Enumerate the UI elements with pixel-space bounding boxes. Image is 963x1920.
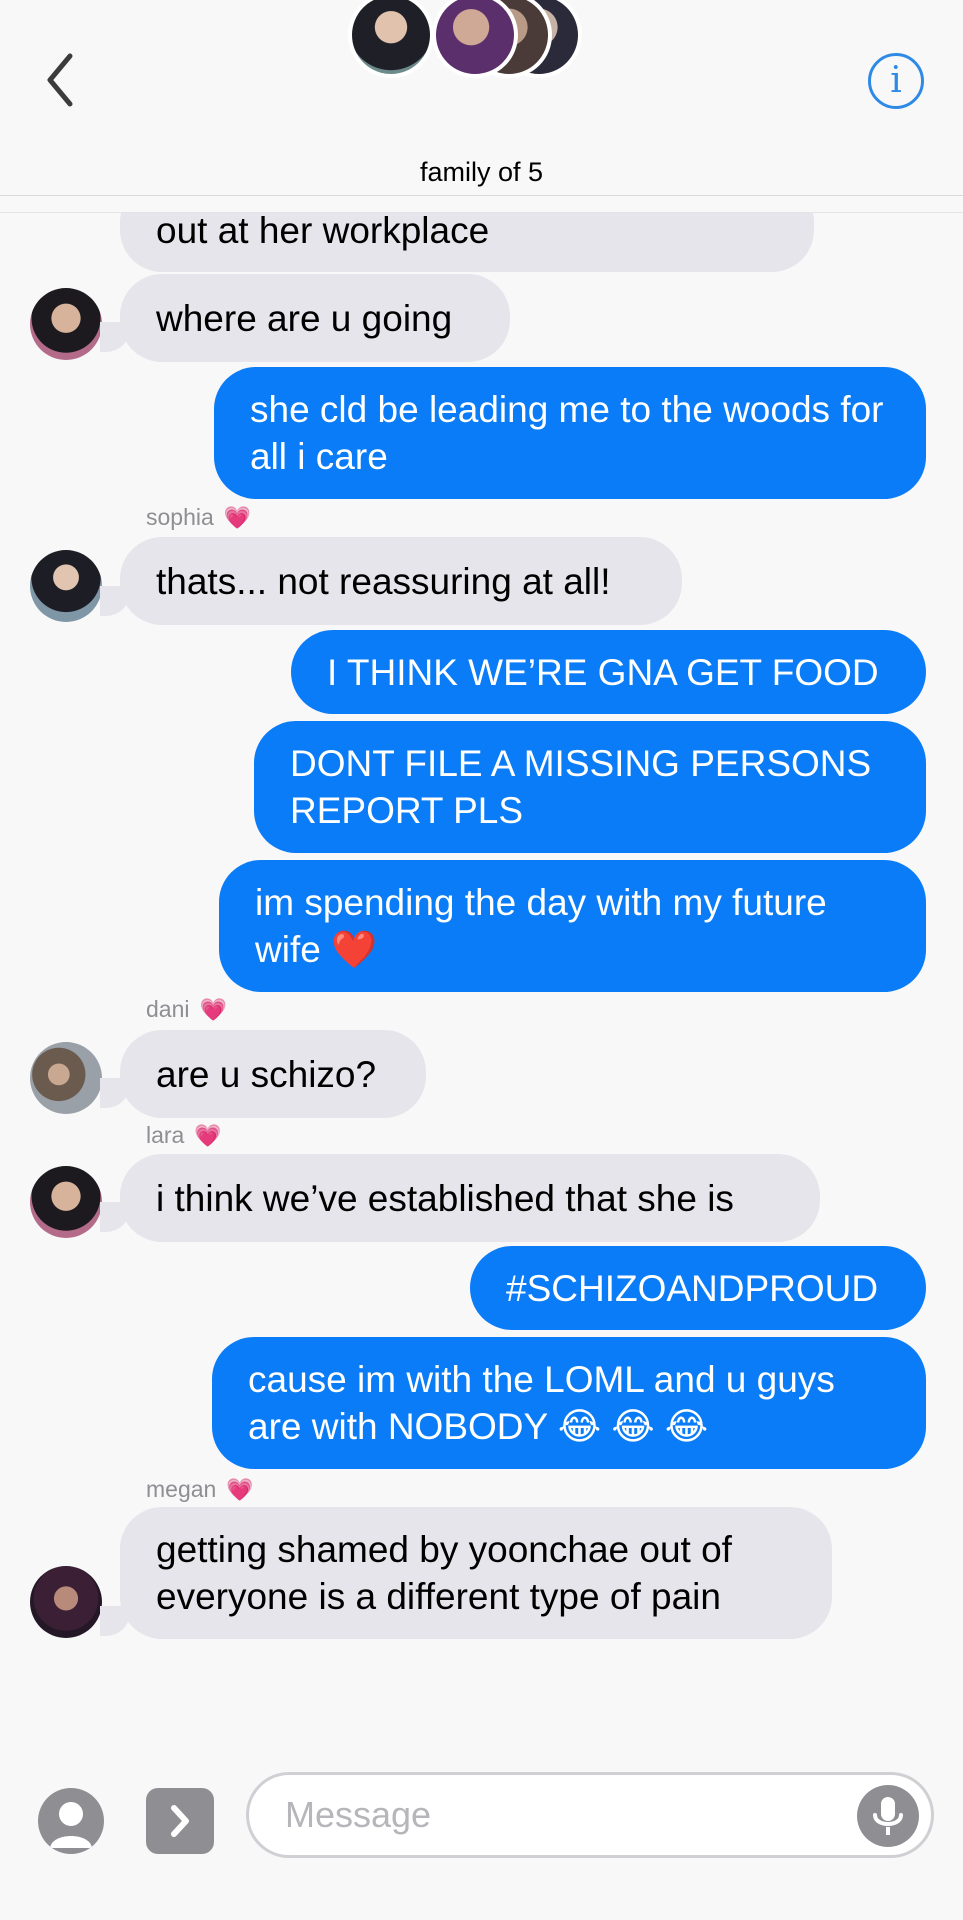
- contact-button[interactable]: [38, 1788, 104, 1854]
- sender-name: lara 💗: [146, 1122, 222, 1149]
- avatar[interactable]: [30, 288, 102, 360]
- message-text: are u schizo?: [156, 1053, 377, 1095]
- message-text: DONT FILE A MISSING PERSONS REPORT PLS: [290, 743, 872, 831]
- message-text: I THINK WE’RE GNA GET FOOD: [327, 651, 879, 693]
- sender-label: lara: [146, 1122, 185, 1148]
- back-button[interactable]: [40, 48, 90, 118]
- message-text: getting shamed by yoonchae out of everyo…: [156, 1529, 732, 1617]
- apps-button[interactable]: [146, 1788, 214, 1854]
- conversation-header: i family of 5: [0, 0, 963, 195]
- microphone-icon: [873, 1797, 903, 1835]
- message-input-bar: Message: [0, 1752, 963, 1920]
- message-text: where are u going: [156, 297, 453, 339]
- message-text: im spending the day with my future wife …: [255, 879, 890, 973]
- message-text: #SCHIZOANDPROUD: [506, 1267, 879, 1309]
- message-bubble-received[interactable]: where are u going: [120, 274, 510, 362]
- microphone-button[interactable]: [857, 1785, 919, 1847]
- message-bubble-sent[interactable]: she cld be leading me to the woods for a…: [214, 367, 926, 499]
- info-icon: i: [890, 60, 902, 101]
- message-text: i think we’ve established that she is: [156, 1177, 734, 1219]
- sender-name: sophia 💗: [146, 504, 251, 531]
- message-text: out at her workplace: [156, 210, 490, 251]
- message-input[interactable]: Message: [246, 1772, 934, 1858]
- avatar[interactable]: [30, 1166, 102, 1238]
- conversation-title[interactable]: family of 5: [0, 157, 963, 188]
- message-bubble-sent[interactable]: im spending the day with my future wife …: [219, 860, 926, 992]
- message-bubble-sent[interactable]: cause im with the LOML and u guys are wi…: [212, 1337, 926, 1469]
- avatar[interactable]: [30, 1042, 102, 1114]
- sender-name: dani 💗: [146, 996, 227, 1023]
- message-text: cause im with the LOML and u guys are wi…: [248, 1356, 890, 1450]
- message-placeholder: Message: [285, 1794, 432, 1835]
- sender-label: sophia: [146, 504, 214, 530]
- heart-emoji: 💗: [223, 504, 252, 530]
- group-avatar-stack[interactable]: [348, 0, 582, 82]
- message-bubble-received[interactable]: getting shamed by yoonchae out of everyo…: [120, 1507, 832, 1639]
- heart-emoji: 💗: [199, 996, 227, 1022]
- message-bubble-sent[interactable]: #SCHIZOANDPROUD: [470, 1246, 926, 1330]
- sender-label: megan: [146, 1476, 217, 1502]
- sender-name: megan 💗: [146, 1476, 254, 1503]
- sender-label: dani: [146, 996, 190, 1022]
- red-heart-emoji: ❤️: [331, 929, 378, 970]
- heart-emoji: 💗: [194, 1122, 222, 1148]
- avatar[interactable]: [30, 550, 102, 622]
- message-bubble-sent[interactable]: I THINK WE’RE GNA GET FOOD: [291, 630, 926, 714]
- message-bubble-received[interactable]: i think we’ve established that she is: [120, 1154, 820, 1242]
- message-bubble-sent[interactable]: DONT FILE A MISSING PERSONS REPORT PLS: [254, 721, 926, 853]
- message-text: thats... not reassuring at all!: [156, 560, 611, 602]
- message-text: she cld be leading me to the woods for a…: [250, 389, 884, 477]
- message-bubble-received[interactable]: thats... not reassuring at all!: [120, 537, 682, 625]
- person-icon: [50, 1802, 92, 1848]
- group-member-avatar: [348, 0, 434, 78]
- heart-emoji: 💗: [226, 1476, 254, 1502]
- header-divider: [0, 195, 963, 213]
- chevron-right-icon: [171, 1805, 189, 1837]
- avatar[interactable]: [30, 1566, 102, 1638]
- message-text-content: cause im with the LOML and u guys are wi…: [248, 1359, 835, 1447]
- laughing-emoji: 😂 😂 😂: [557, 1406, 709, 1447]
- chevron-left-icon: [47, 53, 73, 107]
- info-button[interactable]: i: [868, 53, 924, 109]
- message-bubble-received[interactable]: are u schizo?: [120, 1030, 426, 1118]
